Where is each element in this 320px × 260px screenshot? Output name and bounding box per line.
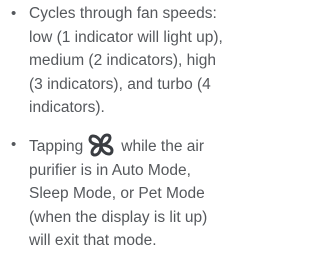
- text-line: Sleep Mode, or Pet Mode: [29, 185, 205, 203]
- fan-icon: [88, 133, 114, 157]
- text-line: indicators).: [29, 99, 105, 117]
- text-line: (3 indicators), and turbo (4: [29, 75, 211, 93]
- list-item-text: Tapping while the air purifier is in Aut…: [29, 133, 271, 253]
- text-line: (when the display is lit up): [29, 208, 208, 226]
- text-line: Cycles through fan speeds:: [29, 5, 217, 22]
- text-line: purifier is in Auto Mode,: [29, 161, 191, 179]
- bullet-marker: •: [11, 5, 17, 22]
- text-line: low (1 indicator will light up),: [29, 28, 223, 46]
- text-after-icon: while the air: [121, 138, 205, 155]
- text-line-with-icon: Tapping while the air: [29, 133, 271, 159]
- text-before-icon: Tapping: [29, 138, 84, 155]
- text-line: will exit that mode.: [29, 232, 157, 250]
- instruction-document: • Cycles through fan speeds: low (1 indi…: [0, 0, 273, 260]
- list-item-text: Cycles through fan speeds: low (1 indica…: [29, 2, 271, 120]
- text-line: medium (2 indicators), high: [29, 52, 216, 70]
- bullet-marker: •: [11, 136, 17, 153]
